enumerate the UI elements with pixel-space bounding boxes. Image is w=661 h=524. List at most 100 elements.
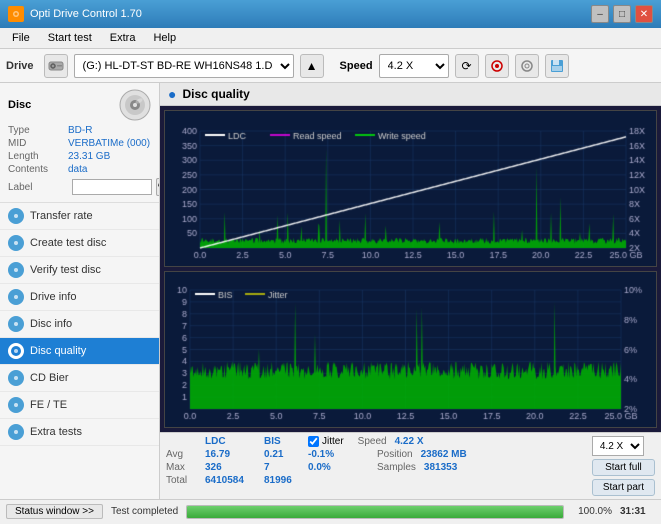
burn-btn[interactable] (485, 54, 509, 78)
chart-icon: ● (168, 86, 176, 102)
disc-panel: Disc Type BD-R MID VERBATIMe (000) Lengt… (0, 83, 159, 203)
top-chart (164, 110, 657, 267)
sidebar: Disc Type BD-R MID VERBATIMe (000) Lengt… (0, 83, 160, 499)
avg-row: Avg 16.79 0.21 -0.1% Position 23862 MB (166, 449, 467, 460)
start-full-btn[interactable]: Start full (592, 459, 655, 476)
stat-labels-group: LDC BIS Jitter Speed 4.22 X Avg 16.79 0.… (166, 436, 467, 496)
menu-file[interactable]: File (4, 30, 38, 46)
jitter-checkbox[interactable] (308, 436, 319, 447)
disc-mid-label: MID (8, 138, 68, 149)
maximize-btn[interactable]: □ (613, 5, 631, 23)
nav-item-fe-te[interactable]: FE / TE (0, 392, 159, 419)
disc-label-input[interactable] (72, 179, 152, 195)
title-bar: Opti Drive Control 1.70 – □ ✕ (0, 0, 661, 28)
disc-type-value: BD-R (68, 125, 92, 136)
disc-icon (119, 89, 151, 121)
avg-bis: 0.21 (264, 449, 304, 460)
drive-info-label: Drive info (30, 291, 76, 303)
position-val: 23862 MB (421, 449, 467, 460)
menu-extra[interactable]: Extra (102, 30, 144, 46)
total-bis: 81996 (264, 475, 304, 486)
disc-quality-icon (8, 343, 24, 359)
max-jitter: 0.0% (308, 462, 363, 473)
disc-info-icon (8, 316, 24, 332)
refresh-btn[interactable]: ⟳ (455, 54, 479, 78)
save-btn[interactable] (545, 54, 569, 78)
avg-ldc: 16.79 (205, 449, 260, 460)
samples-val: 381353 (424, 462, 457, 473)
speed-stat-label: Speed (358, 436, 387, 447)
max-label: Max (166, 462, 201, 473)
chart-header: ● Disc quality (160, 83, 661, 106)
content-area: ● Disc quality LDC BIS (160, 83, 661, 499)
nav-item-disc-quality[interactable]: Disc quality (0, 338, 159, 365)
speed-selector-row: 4.2 X (592, 436, 655, 456)
nav-item-transfer-rate[interactable]: Transfer rate (0, 203, 159, 230)
nav-item-cd-bier[interactable]: CD Bier (0, 365, 159, 392)
disc-label-label: Label (8, 182, 68, 193)
ldc-chart (165, 111, 656, 266)
bottom-chart (164, 271, 657, 428)
menu-bar: File Start test Extra Help (0, 28, 661, 49)
stat-header-row: LDC BIS Jitter Speed 4.22 X (166, 436, 467, 447)
disc-mid-value: VERBATIMe (000) (68, 138, 150, 149)
disc-contents-value: data (68, 164, 87, 175)
menu-help[interactable]: Help (145, 30, 184, 46)
progress-bar (186, 505, 564, 519)
drive-info-icon (8, 289, 24, 305)
disc-mid-row: MID VERBATIMe (000) (8, 138, 151, 149)
verify-test-disc-label: Verify test disc (30, 264, 101, 276)
create-test-disc-label: Create test disc (30, 237, 106, 249)
extra-tests-icon (8, 424, 24, 440)
disc-quality-label: Disc quality (30, 345, 86, 357)
cd-bier-label: CD Bier (30, 372, 69, 384)
drive-icon-btn (44, 54, 68, 78)
avg-jitter: -0.1% (308, 449, 363, 460)
nav-item-extra-tests[interactable]: Extra tests (0, 419, 159, 446)
fe-te-icon (8, 397, 24, 413)
fe-te-label: FE / TE (30, 399, 67, 411)
speed-select[interactable]: 4.2 X (379, 54, 449, 78)
extra-tests-label: Extra tests (30, 426, 82, 438)
disc-contents-label: Contents (8, 164, 68, 175)
menu-start-test[interactable]: Start test (40, 30, 100, 46)
total-ldc: 6410584 (205, 475, 260, 486)
disc-header: Disc (8, 89, 151, 121)
nav-item-drive-info[interactable]: Drive info (0, 284, 159, 311)
stats-bar: LDC BIS Jitter Speed 4.22 X Avg 16.79 0.… (160, 432, 661, 499)
speed-selector[interactable]: 4.2 X (592, 436, 644, 456)
max-ldc: 326 (205, 462, 260, 473)
start-part-btn[interactable]: Start part (592, 479, 655, 496)
disc-label-row: Label ✎ (8, 178, 151, 196)
progress-label: 100.0% (572, 506, 612, 517)
eject-btn[interactable]: ▲ (300, 54, 324, 78)
disc-length-value: 23.31 GB (68, 151, 110, 162)
disc-type-row: Type BD-R (8, 125, 151, 136)
close-btn[interactable]: ✕ (635, 5, 653, 23)
create-test-disc-icon (8, 235, 24, 251)
position-label: Position (377, 449, 413, 460)
minimize-btn[interactable]: – (591, 5, 609, 23)
main-layout: Disc Type BD-R MID VERBATIMe (000) Lengt… (0, 83, 661, 499)
drive-label: Drive (6, 60, 34, 72)
chart-title: Disc quality (182, 87, 249, 101)
disc-info-label: Disc info (30, 318, 72, 330)
drive-select[interactable]: (G:) HL-DT-ST BD-RE WH16NS48 1.D3 (74, 54, 294, 78)
nav-item-verify-test-disc[interactable]: Verify test disc (0, 257, 159, 284)
status-text: Test completed (111, 506, 178, 517)
transfer-rate-label: Transfer rate (30, 210, 93, 222)
total-row: Total 6410584 81996 (166, 475, 467, 486)
verify-btn[interactable] (515, 54, 539, 78)
transfer-rate-icon (8, 208, 24, 224)
disc-title: Disc (8, 99, 31, 111)
jitter-check: Jitter (308, 436, 344, 447)
nav-item-create-test-disc[interactable]: Create test disc (0, 230, 159, 257)
stat-bis-header: BIS (264, 436, 304, 447)
stat-ldc-header: LDC (205, 436, 260, 447)
nav-item-disc-info[interactable]: Disc info (0, 311, 159, 338)
app-icon (8, 6, 24, 22)
jitter-label: Jitter (322, 436, 344, 447)
verify-test-disc-icon (8, 262, 24, 278)
charts-container (160, 106, 661, 432)
status-window-btn[interactable]: Status window >> (6, 504, 103, 519)
